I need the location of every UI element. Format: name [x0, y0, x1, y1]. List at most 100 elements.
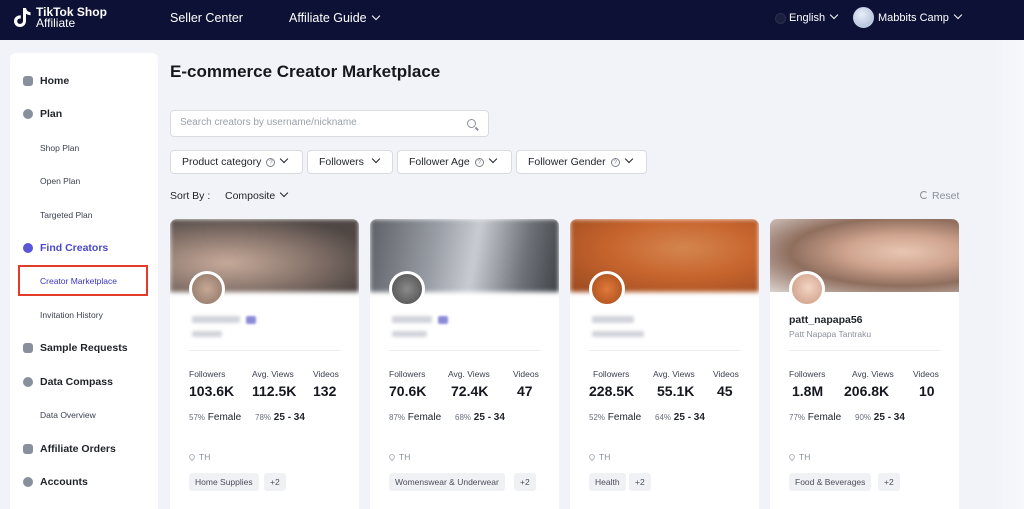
more-categories-tag[interactable]: +2 — [514, 473, 536, 491]
follower-age-filter[interactable]: Follower Age? — [397, 150, 512, 174]
sidebar-item-home[interactable]: Home — [10, 69, 158, 93]
avg-views-label: Avg. Views — [252, 369, 294, 379]
orders-icon — [23, 444, 33, 454]
category-tag: Home Supplies — [189, 473, 259, 491]
sidebar-item-targeted-plan[interactable]: Targeted Plan — [10, 203, 158, 227]
followers-value: 1.8M — [792, 383, 824, 399]
category-tag: Health — [589, 473, 626, 491]
location-pin-icon — [387, 452, 397, 462]
creator-avatar — [789, 271, 825, 307]
chevron-down-icon — [829, 10, 839, 20]
search-box[interactable] — [170, 110, 489, 137]
sidebar-item-shop-plan[interactable]: Shop Plan — [10, 136, 158, 160]
sidebar-item-plan[interactable]: Plan — [10, 102, 158, 126]
location: TH — [187, 452, 211, 462]
avg-views-label: Avg. Views — [448, 369, 490, 379]
creator-card[interactable]: Followers Avg. Views Videos 103.6K 112.5… — [170, 219, 359, 509]
brand-line-2: Affiliate — [36, 16, 76, 30]
sidebar-item-sample-requests[interactable]: Sample Requests — [10, 336, 158, 360]
tiktok-shop-logo[interactable]: TikTok Shop Affiliate — [12, 6, 107, 30]
gender-label: Female — [607, 412, 642, 423]
age-percent: 90% — [855, 413, 872, 422]
edge-fade — [994, 40, 1024, 509]
age-percent: 78% — [255, 413, 272, 422]
user-avatar[interactable] — [853, 7, 874, 28]
search-input[interactable] — [180, 117, 450, 128]
gender-label: Female — [407, 412, 442, 423]
age-stat: 78% 25 - 34 — [255, 412, 305, 423]
location: TH — [587, 452, 611, 462]
chevron-down-icon — [280, 154, 289, 164]
creator-avatar — [589, 271, 625, 307]
refresh-icon — [920, 191, 928, 199]
gender-stat: 87% Female — [389, 412, 441, 423]
sidebar-item-label: Affiliate Orders — [40, 443, 116, 455]
sidebar-item-label: Accounts — [40, 476, 88, 488]
gender-percent: 77% — [789, 413, 806, 422]
creator-username[interactable]: patt_napapa56 — [789, 314, 863, 326]
videos-value: 10 — [919, 383, 935, 399]
followers-filter[interactable]: Followers — [307, 150, 393, 174]
gender-label: Female — [807, 412, 842, 423]
help-icon: ? — [610, 157, 620, 167]
avg-views-label: Avg. Views — [852, 369, 894, 379]
creator-card[interactable]: Followers Avg. Views Videos 70.6K 72.4K … — [370, 219, 559, 509]
sidebar-item-label: Find Creators — [40, 242, 109, 254]
affiliate-guide-menu[interactable]: Affiliate Guide — [289, 11, 380, 25]
location-label: TH — [199, 452, 211, 462]
compass-icon — [23, 377, 33, 387]
gender-stat: 57% Female — [189, 412, 241, 423]
age-range: 25 - 34 — [273, 412, 305, 423]
age-range: 25 - 34 — [673, 412, 705, 423]
location-label: TH — [599, 452, 611, 462]
language-selector[interactable]: English — [789, 10, 839, 24]
chevron-down-icon — [371, 11, 380, 21]
filter-label: Followers — [319, 156, 364, 168]
creator-card[interactable]: patt_napapa56 Patt Napapa Tantraku Follo… — [770, 219, 959, 509]
gender-stat: 52% Female — [589, 412, 641, 423]
more-categories-tag[interactable]: +2 — [264, 473, 286, 491]
sidebar-item-label: Home — [40, 75, 70, 87]
blurred-nickname — [592, 331, 644, 337]
location-label: TH — [799, 452, 811, 462]
user-menu[interactable]: Mabbits Camp — [878, 10, 963, 24]
top-navbar: TikTok Shop Affiliate Seller Center Affi… — [0, 0, 1024, 40]
sidebar-item-invitation-history[interactable]: Invitation History — [10, 303, 158, 327]
blurred-username — [192, 316, 240, 323]
creator-avatar — [389, 271, 425, 307]
filter-label: Follower Gender — [528, 156, 606, 168]
help-icon: ? — [474, 157, 484, 167]
chevron-down-icon — [488, 154, 497, 164]
creator-nickname: Patt Napapa Tantraku — [789, 329, 872, 339]
location: TH — [787, 452, 811, 462]
followers-label: Followers — [189, 369, 226, 379]
search-icon[interactable] — [467, 119, 476, 128]
followers-value: 103.6K — [189, 383, 235, 399]
category-tag: Womenswear & Underwear — [389, 473, 505, 491]
sidebar-item-find-creators[interactable]: Find Creators — [10, 236, 158, 260]
chevron-down-icon — [279, 188, 289, 198]
age-percent: 64% — [655, 413, 672, 422]
sort-dropdown[interactable]: Composite — [225, 188, 289, 202]
more-categories-tag[interactable]: +2 — [629, 473, 651, 491]
seller-center-link[interactable]: Seller Center — [170, 11, 243, 25]
sidebar-item-open-plan[interactable]: Open Plan — [10, 169, 158, 193]
gender-percent: 52% — [589, 413, 606, 422]
product-category-filter[interactable]: Product category? — [170, 150, 303, 174]
sidebar-item-accounts[interactable]: Accounts — [10, 470, 158, 494]
follower-gender-filter[interactable]: Follower Gender? — [516, 150, 647, 174]
sidebar-item-data-overview[interactable]: Data Overview — [10, 403, 158, 427]
divider — [389, 350, 541, 351]
reset-button[interactable]: Reset — [920, 190, 959, 202]
sidebar-item-data-compass[interactable]: Data Compass — [10, 370, 158, 394]
followers-label: Followers — [389, 369, 426, 379]
sidebar-item-affiliate-orders[interactable]: Affiliate Orders — [10, 437, 158, 461]
more-categories-tag[interactable]: +2 — [878, 473, 900, 491]
followers-label: Followers — [593, 369, 630, 379]
videos-label: Videos — [313, 369, 339, 379]
creator-card[interactable]: Followers Avg. Views Videos 228.5K 55.1K… — [570, 219, 759, 509]
avg-views-value: 112.5K — [252, 383, 297, 399]
avg-views-label: Avg. Views — [653, 369, 695, 379]
filter-label: Product category — [182, 156, 262, 168]
user-name: Mabbits Camp — [878, 12, 949, 24]
